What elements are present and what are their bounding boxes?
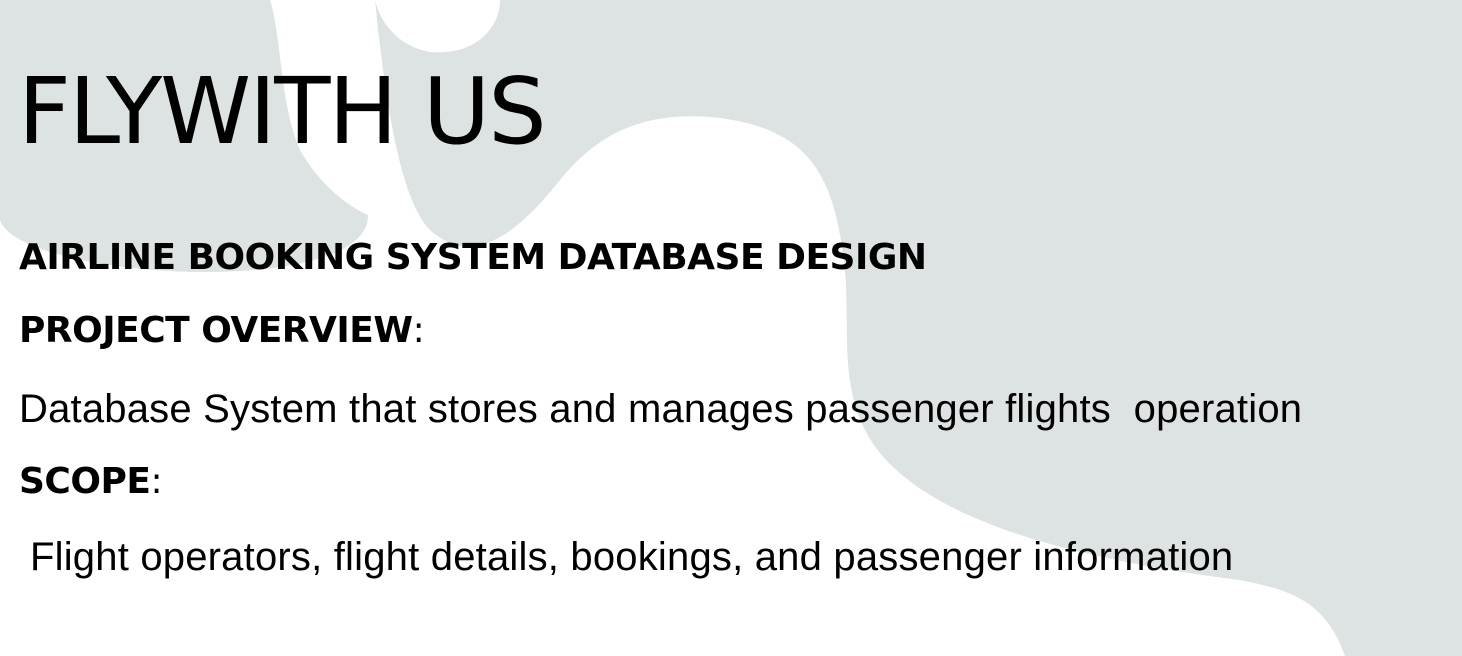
project-overview-heading: PROJECT OVERVIEW: <box>19 310 425 351</box>
scope-label: SCOPE <box>19 461 151 502</box>
slide-subtitle: AIRLINE BOOKING SYSTEM DATABASE DESIGN <box>19 237 927 278</box>
slide-content: FLYWITH US AIRLINE BOOKING SYSTEM DATABA… <box>0 0 1462 656</box>
project-overview-label: PROJECT OVERVIEW <box>19 310 413 351</box>
scope-colon: : <box>150 461 163 502</box>
scope-text: Flight operators, flight details, bookin… <box>30 535 1234 579</box>
scope-heading: SCOPE: <box>19 461 163 502</box>
slide-title: FLYWITH US <box>18 58 547 165</box>
project-overview-colon: : <box>412 310 425 351</box>
project-overview-text: Database System that stores and manages … <box>19 387 1303 431</box>
